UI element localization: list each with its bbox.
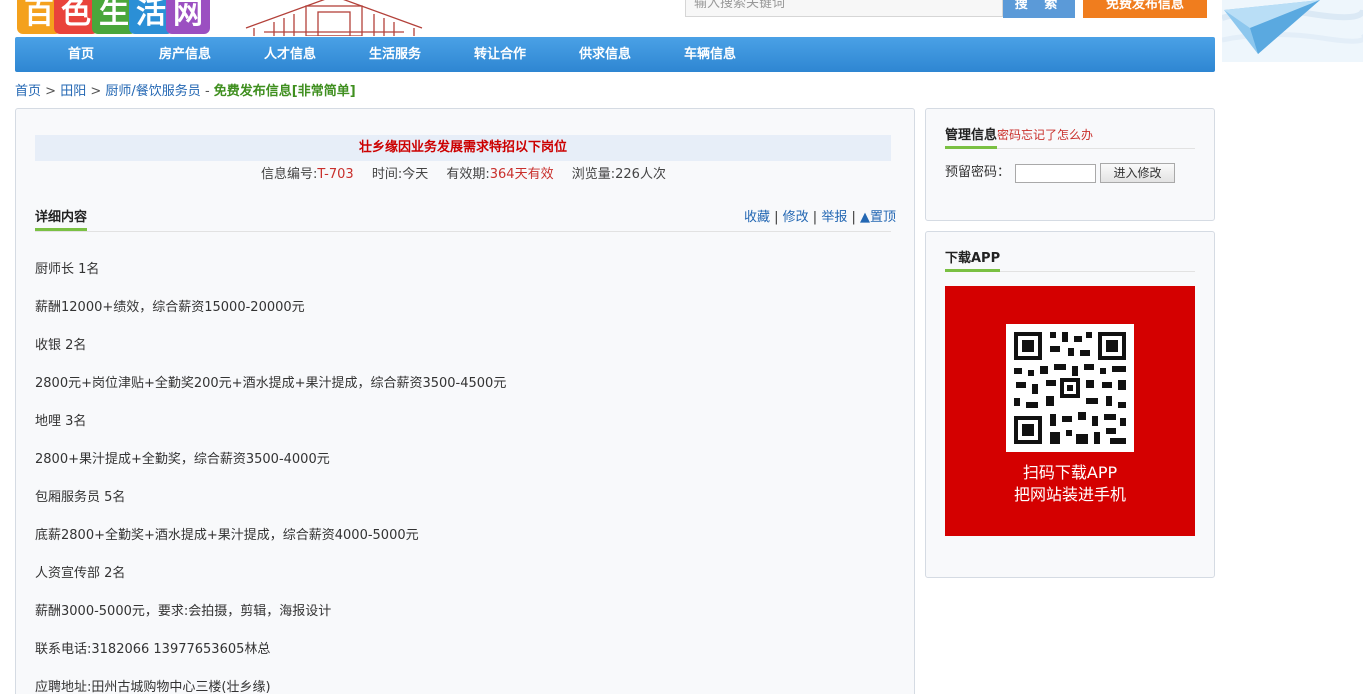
breadcrumb-dash: - (204, 84, 210, 99)
post-line: 地哩 3名 (35, 414, 87, 429)
post-line: 底薪2800+全勤奖+酒水提成+果汁提成，综合薪资4000-5000元 (35, 528, 419, 543)
post-line: 2800+果汁提成+全勤奖，综合薪资3500-4000元 (35, 452, 330, 467)
manage-info-title: 管理信息 (945, 125, 998, 149)
post-body: 厨师长 1名 薪酬12000+绩效，综合薪资15000-20000元 收银 2名… (35, 259, 891, 694)
breadcrumb-city[interactable]: 田阳 (60, 84, 86, 99)
breadcrumb-separator: > (90, 84, 102, 99)
post-id-label: 信息编号: (261, 167, 318, 182)
tab-detail-content[interactable]: 详细内容 (35, 207, 88, 231)
post-line: 人资宣传部 2名 (35, 566, 126, 581)
report-link[interactable]: 举报 (821, 210, 847, 225)
publish-button[interactable]: 免费发布信息 (1083, 0, 1207, 18)
nav-item-transfer[interactable]: 转让合作 (474, 37, 526, 72)
post-valid-label: 有效期: (446, 167, 490, 182)
breadcrumb: 首页 > 田阳 > 厨师/餐饮服务员 - 免费发布信息[非常简单] (15, 82, 356, 102)
post-views-label: 浏览量: (571, 167, 616, 182)
main-nav: 首页 房产信息 人才信息 生活服务 转让合作 供求信息 车辆信息 (15, 37, 1215, 72)
breadcrumb-category[interactable]: 厨师/餐饮服务员 (105, 84, 200, 99)
post-line: 包厢服务员 5名 (35, 490, 126, 505)
download-app-box: 下载APP 扫码下载APP 把网站装进手机 (925, 231, 1215, 578)
qr-code-icon (1006, 324, 1134, 452)
enter-edit-button[interactable]: 进入修改 (1100, 163, 1175, 183)
search-button[interactable]: 搜 索 (1003, 0, 1075, 18)
post-line: 薪酬12000+绩效，综合薪资15000-20000元 (35, 300, 305, 315)
nav-item-real-estate[interactable]: 房产信息 (159, 37, 211, 72)
manage-info-box: 管理信息密码忘记了怎么办 预留密码： 进入修改 (925, 108, 1215, 221)
post-meta: 信息编号:T-703 时间:今天 有效期:364天有效 浏览量:226人次 (16, 165, 911, 185)
paper-plane-icon (1222, 0, 1363, 62)
post-views-value: 226人次 (615, 167, 666, 182)
post-detail-panel: 壮乡缘因业务发展需求特招以下岗位 信息编号:T-703 时间:今天 有效期:36… (15, 108, 915, 694)
nav-item-supply-demand[interactable]: 供求信息 (579, 37, 631, 72)
logo-char-5: 网 (166, 0, 210, 34)
pin-top-link[interactable]: ▲置顶 (860, 210, 896, 225)
nav-item-jobs[interactable]: 人才信息 (264, 37, 316, 72)
favorite-link[interactable]: 收藏 (744, 210, 770, 225)
app-qr-card[interactable]: 扫码下载APP 把网站装进手机 (945, 286, 1195, 536)
divider (35, 231, 891, 232)
password-input[interactable] (1015, 164, 1096, 183)
nav-item-life-services[interactable]: 生活服务 (369, 37, 421, 72)
search-input[interactable]: 输入搜索关键词 (685, 0, 1003, 17)
post-time-label: 时间: (371, 167, 403, 182)
download-app-title: 下载APP (945, 248, 1001, 272)
breadcrumb-separator: > (45, 84, 57, 99)
nav-item-home[interactable]: 首页 (68, 37, 94, 72)
breadcrumb-free-post-link[interactable]: 免费发布信息[非常简单] (214, 84, 356, 99)
nav-item-vehicles[interactable]: 车辆信息 (684, 37, 736, 72)
post-valid-value: 364天有效 (489, 167, 554, 182)
post-actions: 收藏 | 修改 | 举报 | ▲置顶 (743, 210, 896, 225)
app-slogan-text: 把网站装进手机 (1013, 485, 1126, 504)
post-line: 2800元+岗位津贴+全勤奖200元+酒水提成+果汁提成，综合薪资3500-45… (35, 376, 507, 391)
password-label: 预留密码： (945, 165, 1011, 180)
download-app-header: 下载APP (945, 248, 1195, 272)
site-logo[interactable]: 百 色 生 活 网 (17, 0, 210, 34)
post-line: 薪酬3000-5000元，要求:会拍摄，剪辑，海报设计 (35, 604, 332, 619)
post-line: 收银 2名 (35, 338, 87, 353)
edit-link[interactable]: 修改 (783, 210, 809, 225)
manage-info-header: 管理信息密码忘记了怎么办 (945, 125, 1195, 149)
post-line: 厨师长 1名 (35, 262, 100, 277)
post-title: 壮乡缘因业务发展需求特招以下岗位 (35, 135, 891, 161)
post-line: 应聘地址:田州古城购物中心三楼(壮乡缘) (35, 680, 271, 694)
post-id-value: T-703 (317, 167, 354, 182)
post-line: 联系电话:3182066 13977653605林总 (35, 642, 271, 657)
building-illustration (244, 0, 424, 36)
forgot-password-link[interactable]: 密码忘记了怎么办 (997, 128, 1093, 142)
breadcrumb-home[interactable]: 首页 (15, 84, 41, 99)
app-scan-text: 扫码下载APP (1022, 463, 1118, 482)
post-time-value: 今天 (402, 167, 429, 182)
